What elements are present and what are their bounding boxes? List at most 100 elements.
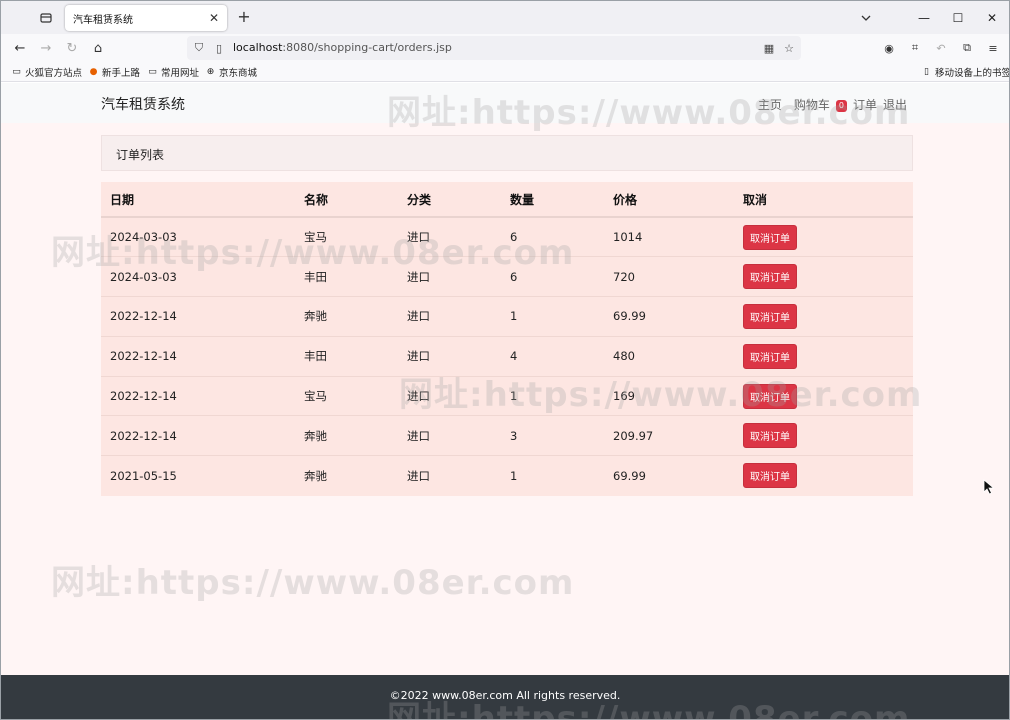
browser-tab[interactable]: 汽车租赁系统 ✕ <box>65 5 227 31</box>
web-page: 汽车租赁系统 主页 购物车 0 订单 退出 订单列表 日期 名称 分类 数量 价格… <box>1 83 1009 719</box>
cancel-order-button[interactable]: 取消订单 <box>743 224 797 250</box>
mobile-bookmarks[interactable]: ▯ 移动设备上的书签 <box>921 65 1010 80</box>
bookmark-label: 火狐官方站点 <box>25 68 83 79</box>
nav-cart-link[interactable]: 购物车 0 <box>788 96 847 113</box>
nav-logout-link[interactable]: 退出 <box>883 96 907 113</box>
extensions-icon[interactable]: ⧉ <box>959 40 975 56</box>
card-header: 订单列表 <box>101 135 913 171</box>
cell-name: 丰田 <box>295 256 398 297</box>
cancel-order-button[interactable]: 取消订单 <box>743 383 797 409</box>
table-row: 2021-05-15 奔驰 进口 1 69.99 取消订单 <box>101 455 913 496</box>
back-icon[interactable]: ← <box>10 38 30 58</box>
close-window-icon[interactable]: ✕ <box>975 1 1009 34</box>
home-icon[interactable]: ⌂ <box>88 38 108 58</box>
undo-icon[interactable]: ↶ <box>933 40 949 56</box>
tab-list-icon[interactable] <box>35 9 57 27</box>
url-bar[interactable]: ⛉ ▯ localhost:8080/shopping-cart/orders.… <box>187 36 801 60</box>
menu-icon[interactable]: ≡ <box>985 40 1001 56</box>
table-row: 2022-12-14 丰田 进口 4 480 取消订单 <box>101 335 913 377</box>
bookmark-label: 常用网址 <box>161 68 200 79</box>
folder-icon: ▭ <box>148 66 157 77</box>
orders-body: 2024-03-03 宝马 进口 6 1014 取消订单 2024-03-03 丰田 进口 6 72… <box>101 216 913 496</box>
cell-name: 丰田 <box>295 335 398 377</box>
bookmark-label: 京东商城 <box>219 68 258 79</box>
cell-date: 2022-12-14 <box>101 296 295 337</box>
close-tab-icon[interactable]: ✕ <box>207 11 221 25</box>
cell-category: 进口 <box>398 455 501 496</box>
cancel-order-button[interactable]: 取消订单 <box>743 343 797 369</box>
table-row: 2022-12-14 宝马 进口 1 169 取消订单 <box>101 375 913 416</box>
shield-icon[interactable]: ⛉ <box>191 40 207 56</box>
forward-icon[interactable]: → <box>36 38 56 58</box>
site-footer: ©2022 www.08er.com All rights reserved. <box>1 675 1009 719</box>
cell-name: 宝马 <box>295 375 398 416</box>
tab-strip: 汽车租赁系统 ✕ + — ☐ ✕ <box>1 1 1009 34</box>
cell-date: 2022-12-14 <box>101 375 295 416</box>
page-info-icon[interactable]: ▯ <box>211 40 227 56</box>
nav-orders-link[interactable]: 订单 <box>853 96 877 113</box>
globe-icon: ⊕ <box>206 66 215 77</box>
table-row: 2024-03-03 宝马 进口 6 1014 取消订单 <box>101 216 913 257</box>
chevron-down-icon[interactable] <box>857 9 875 27</box>
browser-window: 汽车租赁系统 ✕ + — ☐ ✕ ← → ↻ ⌂ ⛉ ▯ localhost:8… <box>0 0 1010 720</box>
cell-price: 69.99 <box>604 455 734 496</box>
cell-category: 进口 <box>398 415 501 456</box>
cancel-order-button[interactable]: 取消订单 <box>743 264 797 290</box>
cart-count-badge: 0 <box>835 100 847 112</box>
cell-price: 69.99 <box>604 296 734 337</box>
bookmark-item[interactable]: ▭ 常用网址 <box>147 65 200 80</box>
cancel-order-button[interactable]: 取消订单 <box>743 463 797 489</box>
cell-qty: 3 <box>501 415 604 456</box>
cell-qty: 1 <box>501 296 604 337</box>
cell-price: 209.97 <box>604 415 734 456</box>
column-header: 取消 <box>734 182 913 218</box>
cell-name: 奔驰 <box>295 296 398 337</box>
cell-name: 宝马 <box>295 216 398 257</box>
column-header: 日期 <box>101 182 295 218</box>
column-header: 价格 <box>604 182 734 218</box>
cell-date: 2024-03-03 <box>101 216 295 257</box>
cell-qty: 1 <box>501 455 604 496</box>
bookmark-label: 新手上路 <box>102 68 141 79</box>
cancel-order-button[interactable]: 取消订单 <box>743 423 797 449</box>
minimize-icon[interactable]: — <box>907 1 941 34</box>
cell-price: 169 <box>604 375 734 416</box>
cell-qty: 4 <box>501 335 604 377</box>
cell-date: 2022-12-14 <box>101 415 295 456</box>
bookmark-item[interactable]: ● 新手上路 <box>88 65 141 80</box>
bookmark-label: 移动设备上的书签 <box>935 68 1010 79</box>
cell-qty: 6 <box>501 256 604 297</box>
reload-icon[interactable]: ↻ <box>62 38 82 58</box>
cancel-order-button[interactable]: 取消订单 <box>743 303 797 329</box>
mobile-icon: ▯ <box>924 66 929 77</box>
cell-category: 进口 <box>398 216 501 257</box>
column-header: 数量 <box>501 182 604 218</box>
cell-qty: 6 <box>501 216 604 257</box>
screenshot-icon[interactable]: ⌗ <box>907 40 923 56</box>
cell-category: 进口 <box>398 335 501 377</box>
cell-qty: 1 <box>501 375 604 416</box>
url-text: localhost:8080/shopping-cart/orders.jsp <box>233 41 452 54</box>
cell-cancel: 取消订单 <box>734 415 913 456</box>
bookmark-item[interactable]: ▭ 火狐官方站点 <box>11 65 83 80</box>
table-row: 2022-12-14 奔驰 进口 3 209.97 取消订单 <box>101 415 913 456</box>
cell-category: 进口 <box>398 256 501 297</box>
site-header: 汽车租赁系统 主页 购物车 0 订单 退出 <box>1 83 1009 123</box>
cell-cancel: 取消订单 <box>734 455 913 496</box>
new-tab-icon[interactable]: + <box>234 7 254 27</box>
maximize-icon[interactable]: ☐ <box>941 1 975 34</box>
account-icon[interactable]: ◉ <box>881 40 897 56</box>
cell-date: 2024-03-03 <box>101 256 295 297</box>
tab-title: 汽车租赁系统 <box>73 14 133 26</box>
column-header: 名称 <box>295 182 398 218</box>
bookmark-star-icon[interactable]: ☆ <box>781 40 797 56</box>
footer-text: ©2022 www.08er.com All rights reserved. <box>389 689 621 702</box>
orders-table: 日期 名称 分类 数量 价格 取消 2024-03-03 宝马 进口 6 1014 取消订… <box>101 182 913 496</box>
bookmark-item[interactable]: ⊕ 京东商城 <box>205 65 258 80</box>
cell-cancel: 取消订单 <box>734 256 913 297</box>
folder-icon: ▭ <box>12 66 21 77</box>
nav-home-link[interactable]: 主页 <box>758 96 782 113</box>
qr-code-icon[interactable]: ▦ <box>761 40 777 56</box>
url-host: localhost <box>233 41 283 54</box>
brand-title[interactable]: 汽车租赁系统 <box>101 94 185 114</box>
